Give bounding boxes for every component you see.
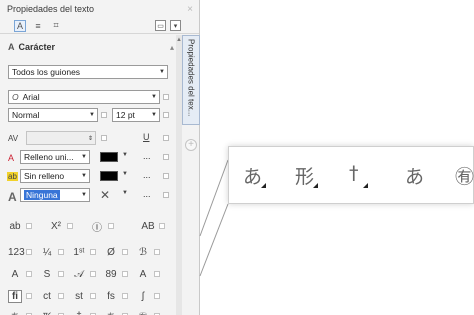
zoom-glyph: 形 [295,166,315,188]
corner-triangle-icon [261,183,266,188]
corner-triangle-icon [363,183,368,188]
corner-triangle-icon [313,183,318,188]
zoomed-glyph-strip: あ 形 † あ ㊒ [228,146,474,204]
zoom-glyph: あ [243,166,263,188]
zoom-glyph: ㊒ [455,166,474,188]
zoom-glyph: † [349,162,359,184]
zoom-glyph: あ [405,166,425,188]
